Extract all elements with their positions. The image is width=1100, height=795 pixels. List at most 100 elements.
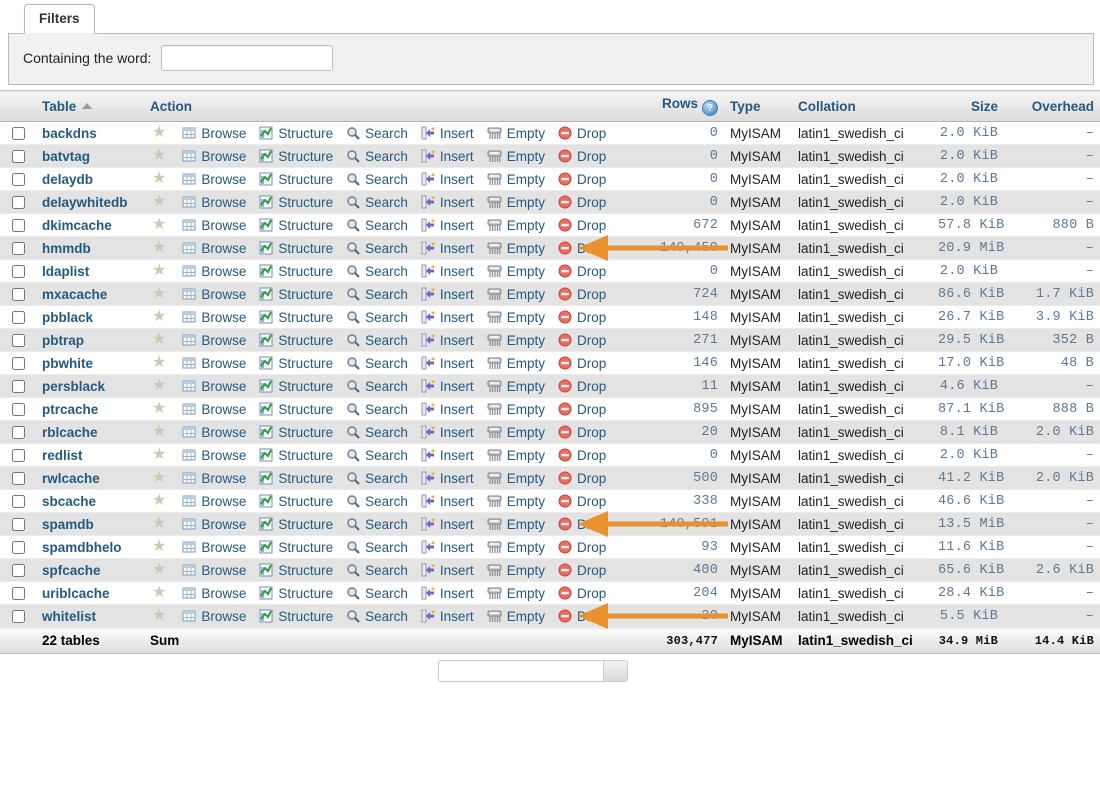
action-empty[interactable]: Empty xyxy=(487,425,545,440)
row-checkbox[interactable] xyxy=(11,265,25,279)
favorite-star-icon[interactable]: ★ xyxy=(152,355,166,371)
table-name-link[interactable]: dkimcache xyxy=(42,218,112,233)
favorite-star-icon[interactable]: ★ xyxy=(152,125,166,141)
table-name-cell[interactable]: dkimcache xyxy=(36,213,144,237)
row-checkbox[interactable] xyxy=(11,127,25,141)
action-structure[interactable]: Structure xyxy=(259,241,333,256)
favorite-star-icon[interactable]: ★ xyxy=(152,447,166,463)
action-browse[interactable]: Browse xyxy=(182,195,246,210)
action-insert[interactable]: Insert xyxy=(421,126,474,141)
action-drop[interactable]: Drop xyxy=(558,517,606,532)
action-drop[interactable]: Drop xyxy=(558,333,606,348)
action-empty[interactable]: Empty xyxy=(487,149,545,164)
action-empty[interactable]: Empty xyxy=(487,379,545,394)
action-drop[interactable]: Drop xyxy=(558,195,606,210)
action-structure[interactable]: Structure xyxy=(259,287,333,302)
row-checkbox[interactable] xyxy=(11,518,25,532)
row-select-cell[interactable] xyxy=(0,558,36,582)
action-insert[interactable]: Insert xyxy=(421,609,474,624)
table-name-link[interactable]: uriblcache xyxy=(42,586,110,601)
action-search[interactable]: Search xyxy=(346,586,408,601)
favorite-star-icon[interactable]: ★ xyxy=(152,240,166,256)
action-empty[interactable]: Empty xyxy=(487,287,545,302)
favorite-star-icon[interactable]: ★ xyxy=(152,332,166,348)
row-checkbox[interactable] xyxy=(11,541,25,555)
action-browse[interactable]: Browse xyxy=(182,586,246,601)
action-search[interactable]: Search xyxy=(346,264,408,279)
favorite-star-icon[interactable]: ★ xyxy=(152,516,166,532)
action-structure[interactable]: Structure xyxy=(259,540,333,555)
action-insert[interactable]: Insert xyxy=(421,195,474,210)
action-drop[interactable]: Drop xyxy=(558,218,606,233)
action-insert[interactable]: Insert xyxy=(421,264,474,279)
table-name-link[interactable]: pbwhite xyxy=(42,356,93,371)
action-browse[interactable]: Browse xyxy=(182,333,246,348)
row-checkbox[interactable] xyxy=(11,495,25,509)
action-drop[interactable]: Drop xyxy=(558,241,606,256)
action-drop[interactable]: Drop xyxy=(558,540,606,555)
row-checkbox[interactable] xyxy=(11,150,25,164)
favorite-star-icon[interactable]: ★ xyxy=(152,171,166,187)
table-name-cell[interactable]: pbtrap xyxy=(36,328,144,352)
row-select-cell[interactable] xyxy=(0,144,36,168)
table-name-link[interactable]: hmmdb xyxy=(42,241,91,256)
action-structure[interactable]: Structure xyxy=(259,172,333,187)
table-name-link[interactable]: backdns xyxy=(42,126,97,141)
table-name-link[interactable]: rwlcache xyxy=(42,471,100,486)
table-name-link[interactable]: delaywhitedb xyxy=(42,195,128,210)
action-empty[interactable]: Empty xyxy=(487,540,545,555)
row-select-cell[interactable] xyxy=(0,443,36,467)
row-select-cell[interactable] xyxy=(0,328,36,352)
action-search[interactable]: Search xyxy=(346,356,408,371)
table-name-cell[interactable]: batvtag xyxy=(36,144,144,168)
action-empty[interactable]: Empty xyxy=(487,517,545,532)
action-drop[interactable]: Drop xyxy=(558,494,606,509)
action-browse[interactable]: Browse xyxy=(182,540,246,555)
action-browse[interactable]: Browse xyxy=(182,149,246,164)
table-name-cell[interactable]: delaydb xyxy=(36,167,144,191)
action-browse[interactable]: Browse xyxy=(182,379,246,394)
action-drop[interactable]: Drop xyxy=(558,310,606,325)
table-name-link[interactable]: spamdbhelo xyxy=(42,540,122,555)
action-insert[interactable]: Insert xyxy=(421,379,474,394)
table-name-link[interactable]: spfcache xyxy=(42,563,101,578)
action-insert[interactable]: Insert xyxy=(421,333,474,348)
column-header-collation[interactable]: Collation xyxy=(792,90,932,122)
favorite-star-icon[interactable]: ★ xyxy=(152,424,166,440)
action-insert[interactable]: Insert xyxy=(421,471,474,486)
action-empty[interactable]: Empty xyxy=(487,402,545,417)
action-drop[interactable]: Drop xyxy=(558,586,606,601)
sort-asc-icon[interactable] xyxy=(82,102,93,109)
row-select-cell[interactable] xyxy=(0,351,36,375)
row-select-cell[interactable] xyxy=(0,466,36,490)
favorite-star-icon[interactable]: ★ xyxy=(152,194,166,210)
action-search[interactable]: Search xyxy=(346,471,408,486)
row-checkbox[interactable] xyxy=(11,173,25,187)
action-drop[interactable]: Drop xyxy=(558,609,606,624)
action-insert[interactable]: Insert xyxy=(421,218,474,233)
containing-word-input[interactable] xyxy=(161,45,334,71)
action-empty[interactable]: Empty xyxy=(487,264,545,279)
table-name-cell[interactable]: mxacache xyxy=(36,282,144,306)
action-drop[interactable]: Drop xyxy=(558,356,606,371)
table-name-link[interactable]: rblcache xyxy=(42,425,98,440)
action-empty[interactable]: Empty xyxy=(487,356,545,371)
row-checkbox[interactable] xyxy=(11,334,25,348)
column-header-overhead[interactable]: Overhead xyxy=(1004,90,1100,122)
row-select-cell[interactable] xyxy=(0,512,36,536)
action-search[interactable]: Search xyxy=(346,517,408,532)
table-name-cell[interactable]: backdns xyxy=(36,121,144,145)
row-checkbox[interactable] xyxy=(11,242,25,256)
action-browse[interactable]: Browse xyxy=(182,241,246,256)
row-select-cell[interactable] xyxy=(0,282,36,306)
action-empty[interactable]: Empty xyxy=(487,471,545,486)
row-checkbox[interactable] xyxy=(11,610,25,624)
action-search[interactable]: Search xyxy=(346,540,408,555)
table-name-link[interactable]: batvtag xyxy=(42,149,90,164)
action-browse[interactable]: Browse xyxy=(182,356,246,371)
help-icon[interactable]: ? xyxy=(702,100,718,116)
row-select-cell[interactable] xyxy=(0,535,36,559)
table-name-cell[interactable]: pbblack xyxy=(36,305,144,329)
action-search[interactable]: Search xyxy=(346,448,408,463)
column-header-type[interactable]: Type xyxy=(724,90,792,122)
